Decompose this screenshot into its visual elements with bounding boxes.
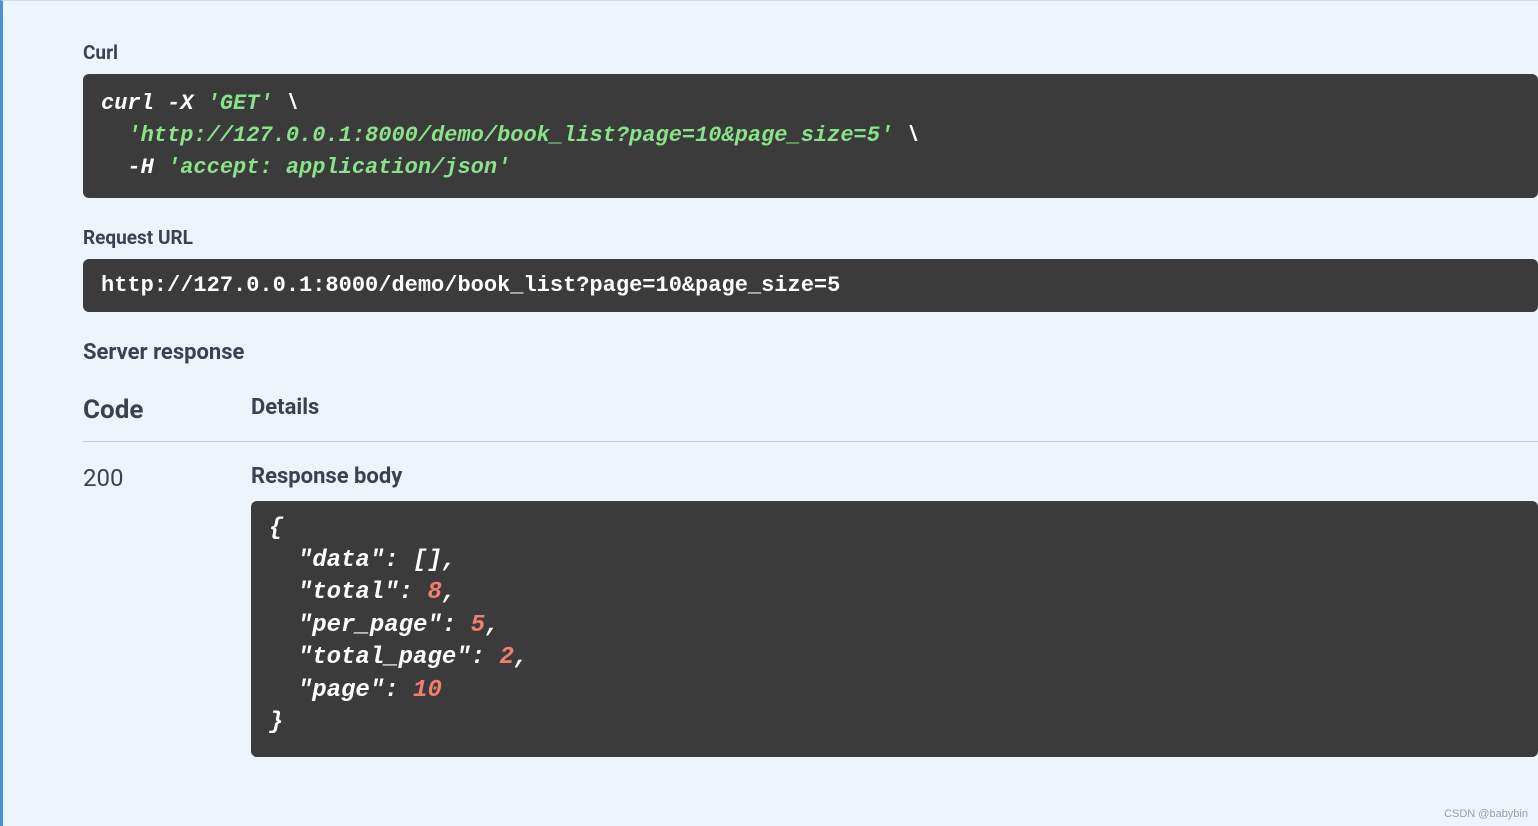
watermark: CSDN @babybin <box>1444 808 1528 820</box>
curl-method: 'GET' <box>207 91 273 116</box>
curl-label: Curl <box>83 41 1538 64</box>
request-url-value: http://127.0.0.1:8000/demo/book_list?pag… <box>101 273 840 298</box>
curl-line3-indent <box>101 155 127 180</box>
json-val-total-page: 2 <box>499 644 513 671</box>
json-close: } <box>269 709 283 736</box>
response-row: 200 Response body { "data": [], "total":… <box>83 464 1538 758</box>
json-key-total-page: "total_page" <box>298 644 471 671</box>
curl-h-flag: -H <box>127 155 167 180</box>
response-body-json[interactable]: { "data": [], "total": 8, "per_page": 5,… <box>251 501 1538 758</box>
response-body-label: Response body <box>251 464 1538 489</box>
request-url-label: Request URL <box>83 226 1538 249</box>
curl-url: 'http://127.0.0.1:8000/demo/book_list?pa… <box>127 123 893 148</box>
json-val-page: 10 <box>413 677 442 704</box>
response-table-header: Code Details <box>83 395 1538 442</box>
json-key-total: "total" <box>298 579 399 606</box>
curl-line1-suffix: \ <box>273 91 299 116</box>
status-code: 200 <box>83 464 251 758</box>
code-column-header: Code <box>83 395 251 425</box>
curl-header: 'accept: application/json' <box>167 155 510 180</box>
curl-code-block[interactable]: curl -X 'GET' \ 'http://127.0.0.1:8000/d… <box>83 74 1538 198</box>
json-key-page: "page" <box>298 677 384 704</box>
json-val-total: 8 <box>427 579 441 606</box>
json-val-per-page: 5 <box>471 612 485 639</box>
json-open: { <box>269 515 283 542</box>
json-key-per-page: "per_page" <box>298 612 442 639</box>
json-key-data: "data" <box>298 547 384 574</box>
server-response-label: Server response <box>83 340 1538 365</box>
json-val-data: [] <box>413 547 442 574</box>
curl-line2-indent <box>101 123 127 148</box>
details-column-header: Details <box>251 395 319 425</box>
request-url-block[interactable]: http://127.0.0.1:8000/demo/book_list?pag… <box>83 259 1538 312</box>
curl-line2-suffix: \ <box>893 123 919 148</box>
response-details: Response body { "data": [], "total": 8, … <box>251 464 1538 758</box>
swagger-response-panel: Curl curl -X 'GET' \ 'http://127.0.0.1:8… <box>0 0 1538 826</box>
curl-prefix: curl -X <box>101 91 207 116</box>
